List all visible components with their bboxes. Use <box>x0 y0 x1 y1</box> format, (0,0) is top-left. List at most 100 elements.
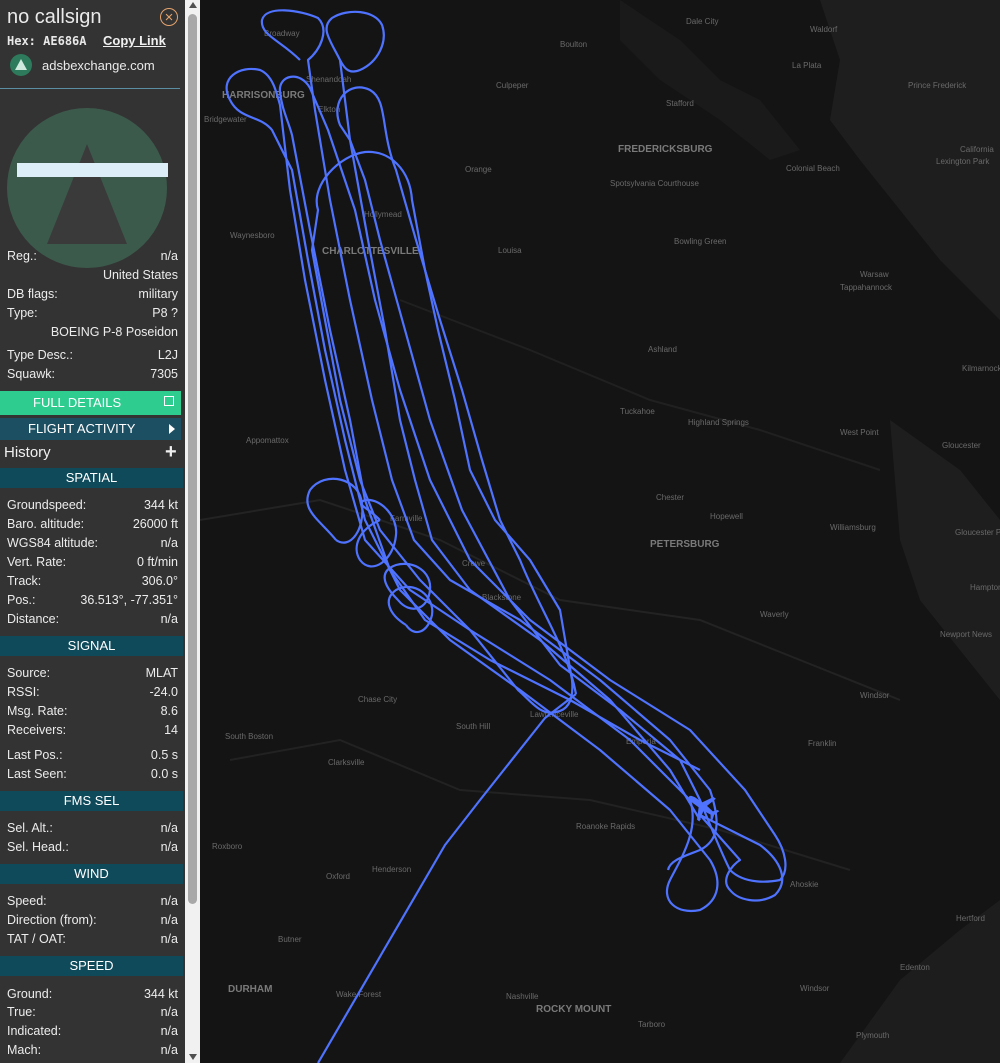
section-wind: WIND <box>0 864 183 884</box>
ground-speed-row: Ground: 344 kt <box>7 987 178 1005</box>
town-label: Hampton <box>970 583 1000 592</box>
town-label: Culpeper <box>496 81 529 90</box>
town-label: Warsaw <box>860 270 889 279</box>
scroll-down-arrow-icon[interactable] <box>189 1054 197 1060</box>
history-toggle[interactable]: History <box>4 444 51 461</box>
selhead-row: Sel. Head.: n/a <box>7 840 178 858</box>
groundspeed-row: Groundspeed: 344 kt <box>7 498 178 516</box>
river-line <box>200 498 901 701</box>
groundspeed-value: 344 kt <box>143 498 178 512</box>
town-label: Highland Springs <box>688 418 749 427</box>
close-icon[interactable]: × <box>160 8 178 26</box>
tat-label: TAT / OAT: <box>7 932 66 946</box>
track-row: Track: 306.0° <box>7 574 178 592</box>
town-label: Hollymead <box>364 210 402 219</box>
city-label: PETERSBURG <box>650 539 720 550</box>
reg-value: n/a <box>160 249 178 263</box>
type-full-value: BOEING P-8 Poseidon <box>50 325 178 339</box>
source-site-link[interactable]: adsbexchange.com <box>42 58 155 73</box>
aircraft-silhouette-image <box>7 108 167 268</box>
flight-track <box>225 9 787 1063</box>
scrollbar-thumb[interactable] <box>188 14 197 904</box>
selhead-label: Sel. Head.: <box>7 840 69 854</box>
town-label: Waldorf <box>810 25 838 34</box>
rssi-label: RSSI: <box>7 685 40 699</box>
source-row: Source: MLAT <box>7 666 178 684</box>
mach-label: Mach: <box>7 1043 42 1057</box>
indicated-speed-label: Indicated: <box>7 1024 62 1038</box>
dbflags-label: DB flags: <box>7 287 58 301</box>
town-label: Stafford <box>666 99 694 108</box>
callsign-title: no callsign <box>7 6 102 28</box>
ground-speed-value: 344 kt <box>143 987 178 1001</box>
wind-direction-label: Direction (from): <box>7 913 97 927</box>
town-label: Orange <box>465 165 492 174</box>
town-label: Clarksville <box>328 758 365 767</box>
mach-row: Mach: n/a <box>7 1043 178 1061</box>
sidebar-scrollbar[interactable] <box>185 0 200 1063</box>
vrate-value: 0 ft/min <box>137 555 178 569</box>
map-view[interactable]: HARRISONBURG CHARLOTTESVILLE FREDERICKSB… <box>200 0 1000 1063</box>
lastseen-value: 0.0 s <box>150 767 178 781</box>
flight-activity-button[interactable]: FLIGHT ACTIVITY <box>0 418 181 440</box>
plus-icon[interactable]: + <box>165 442 177 462</box>
dbflags-value: military <box>138 287 178 301</box>
reg-row: Reg.: n/a <box>7 249 178 267</box>
town-label: West Point <box>840 428 879 437</box>
city-label: DURHAM <box>228 984 272 995</box>
town-label: Bowling Green <box>674 237 726 246</box>
city-label: FREDERICKSBURG <box>618 144 713 155</box>
photo-placeholder-bar <box>17 163 168 177</box>
town-label: Plymouth <box>856 1031 889 1040</box>
town-label: Chester <box>656 493 684 502</box>
msgrate-value: 8.6 <box>160 704 178 718</box>
town-label: Boulton <box>560 40 587 49</box>
receivers-label: Receivers: <box>7 723 67 737</box>
pos-label: Pos.: <box>7 593 36 607</box>
track-value: 306.0° <box>141 574 178 588</box>
hex-value: AE686A <box>43 34 87 48</box>
flight-track-segment <box>310 150 574 714</box>
scroll-up-arrow-icon[interactable] <box>189 2 197 8</box>
chevron-right-icon <box>169 424 175 434</box>
type-row: Type: P8 ? <box>7 306 178 324</box>
town-label: La Plata <box>792 61 822 70</box>
full-details-button[interactable]: FULL DETAILS <box>0 391 181 415</box>
wind-speed-row: Speed: n/a <box>7 894 178 912</box>
aircraft-shape <box>47 144 127 244</box>
source-label: Source: <box>7 666 51 680</box>
baro-row: Baro. altitude: 26000 ft <box>7 517 178 535</box>
pos-row: Pos.: 36.513°, -77.351° <box>7 593 178 611</box>
type-value: P8 ? <box>152 306 178 320</box>
town-label: Bridgewater <box>204 115 247 124</box>
flight-activity-label: FLIGHT ACTIVITY <box>28 421 136 436</box>
river-line <box>229 738 851 871</box>
town-label: California <box>960 145 994 154</box>
tat-value: n/a <box>160 932 178 946</box>
source-value: MLAT <box>145 666 178 680</box>
reg-label: Reg.: <box>7 249 37 263</box>
town-label: Colonial Beach <box>786 164 840 173</box>
type-label: Type: <box>7 306 38 320</box>
town-label: Prince Frederick <box>908 81 967 90</box>
flight-track-segment <box>225 67 719 913</box>
town-label: Kilmarnock <box>962 364 1000 373</box>
receivers-value: 14 <box>164 723 178 737</box>
town-label: Lexington Park <box>936 157 990 166</box>
copy-link[interactable]: Copy Link <box>103 33 166 48</box>
typedesc-row: Type Desc.: L2J <box>7 348 178 366</box>
adsbexchange-logo-icon <box>10 54 32 76</box>
town-label: Tuckahoe <box>620 407 655 416</box>
map-canvas[interactable]: HARRISONBURG CHARLOTTESVILLE FREDERICKSB… <box>200 0 1000 1063</box>
msgrate-row: Msg. Rate: 8.6 <box>7 704 178 722</box>
town-label: South Hill <box>456 722 490 731</box>
vrate-label: Vert. Rate: <box>7 555 67 569</box>
aircraft-info-panel: no callsign × Hex: AE686A Copy Link adsb… <box>0 0 185 1063</box>
town-label: Butner <box>278 935 302 944</box>
true-speed-label: True: <box>7 1005 36 1019</box>
town-label: Dale City <box>686 17 718 26</box>
hex-label: Hex: <box>7 34 36 48</box>
indicated-speed-value: n/a <box>160 1024 178 1038</box>
lastpos-row: Last Pos.: 0.5 s <box>7 748 178 766</box>
dbflags-row: DB flags: military <box>7 287 178 305</box>
